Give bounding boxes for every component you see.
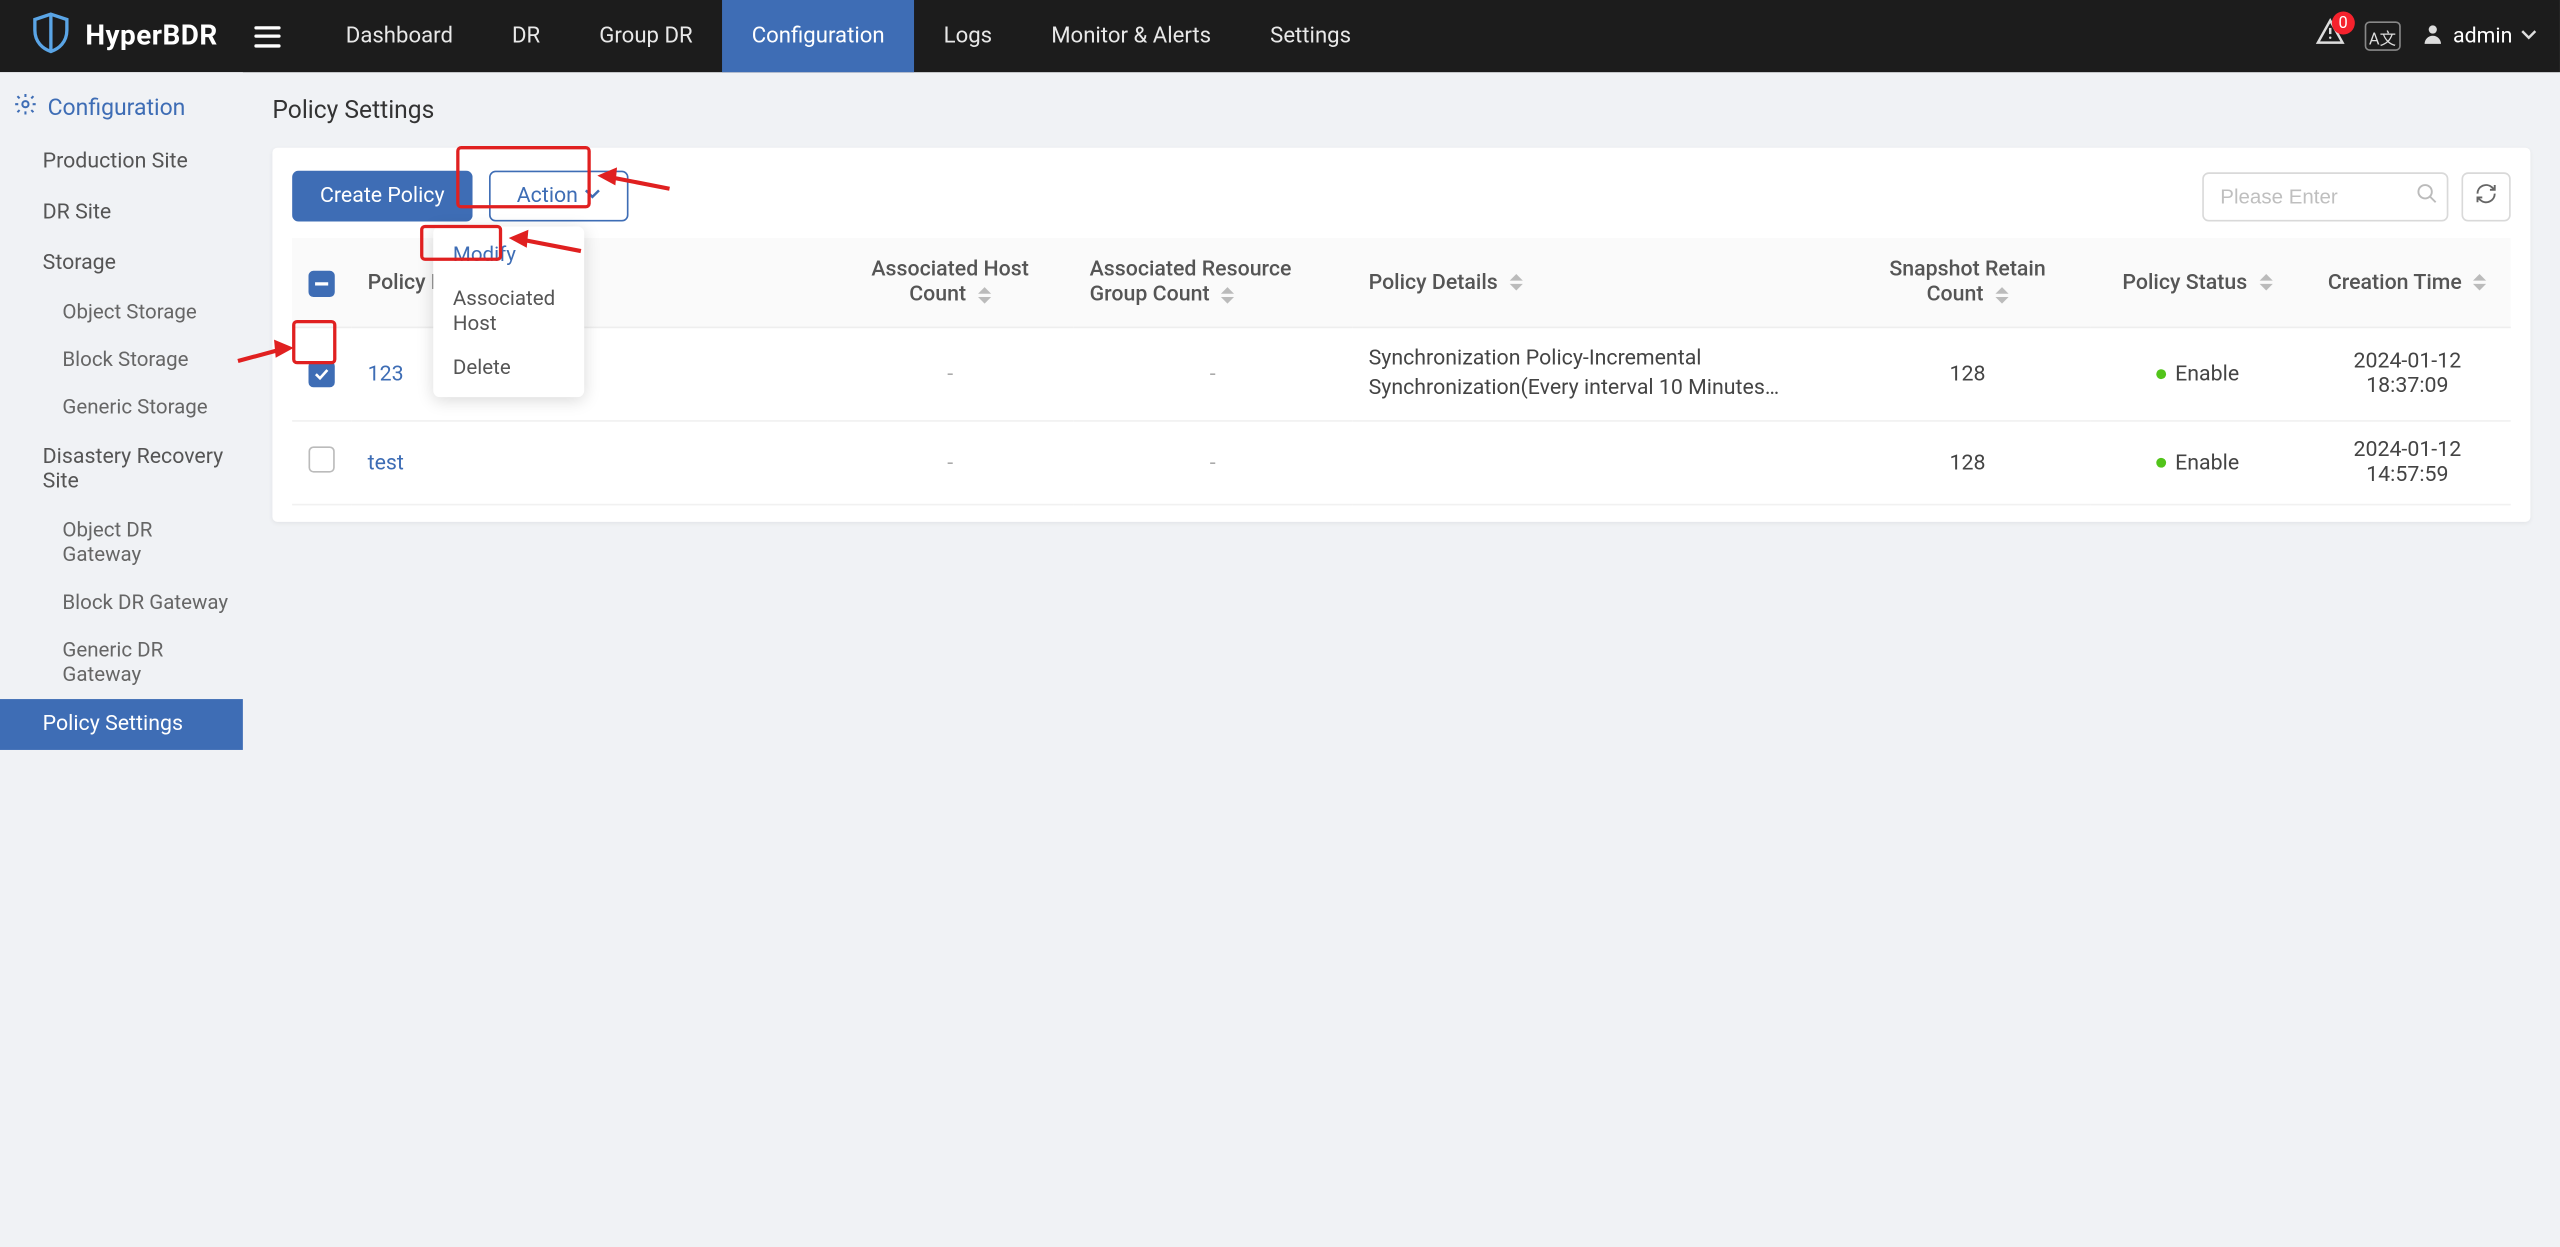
sort-icon[interactable] [1221,286,1234,302]
action-dropdown-button[interactable]: Action [489,171,629,222]
sidebar-item-policy-settings[interactable]: Policy Settings [0,699,243,750]
action-label: Action [517,184,578,209]
logo[interactable]: HyperBDR [30,11,218,60]
sidebar-item-production-site[interactable]: Production Site [0,136,243,187]
action-menu-associated-host[interactable]: Associated Host [433,277,584,346]
sidebar-header-label: Configuration [48,94,186,120]
host-count: - [827,327,1073,421]
sidebar-item-disaster-recovery[interactable]: Disastery Recovery Site [0,432,243,507]
create-policy-button[interactable]: Create Policy [292,171,472,222]
status-dot-icon [2155,370,2165,380]
hamburger-menu-icon[interactable] [254,25,280,46]
action-menu-delete[interactable]: Delete [433,346,584,390]
table-row: test - - 128 Enable 2024-01-12 14:57:59 [292,422,2511,506]
sidebar-item-block-dr-gateway[interactable]: Block DR Gateway [0,579,243,627]
topnav-logs[interactable]: Logs [914,0,1022,72]
gear-icon [13,92,38,123]
sidebar-item-object-dr-gateway[interactable]: Object DR Gateway [0,507,243,579]
sort-icon[interactable] [1995,286,2008,302]
table-row: 123 - - Synchronization Policy-Increment… [292,327,2511,421]
policy-status: Enable [2091,327,2304,421]
logo-text: HyperBDR [85,20,217,53]
refresh-button[interactable] [2462,171,2511,220]
language-toggle[interactable]: A文 [2364,21,2400,51]
policy-details-text: Synchronization Policy-Incremental Synch… [1369,345,1828,405]
sidebar-item-generic-dr-gateway[interactable]: Generic DR Gateway [0,627,243,699]
resgroup-count: - [1073,422,1352,506]
notifications-button[interactable]: 0 [2315,18,2345,54]
topnav-dr[interactable]: DR [482,0,569,72]
topnav-group-dr[interactable]: Group DR [570,0,722,72]
host-count: - [827,422,1073,506]
action-menu-modify[interactable]: Modify [433,233,584,277]
creation-time: 2024-01-12 18:37:09 [2304,327,2511,421]
sort-icon[interactable] [1510,274,1523,290]
row-checkbox[interactable] [309,447,335,473]
top-nav: Dashboard DR Group DR Configuration Logs… [316,0,1380,72]
resgroup-count: - [1073,327,1352,421]
sidebar-header: Configuration [0,72,243,136]
notification-badge: 0 [2332,11,2355,34]
sidebar-item-storage[interactable]: Storage [0,238,243,289]
policy-status: Enable [2091,422,2304,506]
col-policy-status: Policy Status [2122,270,2247,295]
toolbar: Create Policy Action Modify Associated H… [292,171,2511,222]
topnav-settings[interactable]: Settings [1241,0,1381,72]
topnav-monitor-alerts[interactable]: Monitor & Alerts [1022,0,1241,72]
policy-name-link[interactable]: 123 [368,362,404,387]
col-associated-host: Associated Host Count [871,258,1028,307]
refresh-icon [2475,181,2498,211]
page-title: Policy Settings [272,95,2530,125]
policy-panel: Create Policy Action Modify Associated H… [272,148,2530,523]
sort-icon[interactable] [978,286,991,302]
creation-time: 2024-01-12 14:57:59 [2304,422,2511,506]
chevron-down-icon [585,184,601,209]
sidebar-item-dr-site[interactable]: DR Site [0,187,243,238]
top-header: HyperBDR Dashboard DR Group DR Configura… [0,0,2560,72]
search-icon[interactable] [2416,181,2439,211]
snapshot-count: 128 [1844,327,2090,421]
main-content: Policy Settings Create Policy Action Mod… [243,72,2560,1247]
policy-name-link[interactable]: test [368,451,404,476]
snapshot-count: 128 [1844,422,2090,506]
row-checkbox[interactable] [309,361,335,387]
topnav-configuration[interactable]: Configuration [722,0,914,72]
sort-icon[interactable] [2259,274,2272,290]
logo-shield-icon [30,11,73,60]
search-input[interactable] [2202,171,2448,220]
col-policy-details: Policy Details [1369,270,1498,295]
user-icon [2420,21,2445,52]
select-all-checkbox[interactable] [309,271,335,297]
sidebar-item-generic-storage[interactable]: Generic Storage [0,384,243,432]
sidebar-item-object-storage[interactable]: Object Storage [0,289,243,337]
col-associated-resource-group: Associated Resource Group Count [1090,258,1292,307]
policy-table: Policy Na Associated Host Count Associat… [292,238,2511,506]
status-dot-icon [2155,459,2165,469]
col-snapshot-retain: Snapshot Retain Count [1889,258,2045,307]
action-dropdown-menu: Modify Associated Host Delete [433,226,584,397]
sort-icon[interactable] [2474,274,2487,290]
col-creation-time: Creation Time [2328,270,2462,295]
chevron-down-icon [2521,24,2537,49]
topnav-dashboard[interactable]: Dashboard [316,0,482,72]
sidebar-item-block-storage[interactable]: Block Storage [0,336,243,384]
user-menu[interactable]: admin [2420,21,2537,52]
sidebar: Configuration Production Site DR Site St… [0,72,243,1247]
user-name: admin [2453,24,2512,49]
